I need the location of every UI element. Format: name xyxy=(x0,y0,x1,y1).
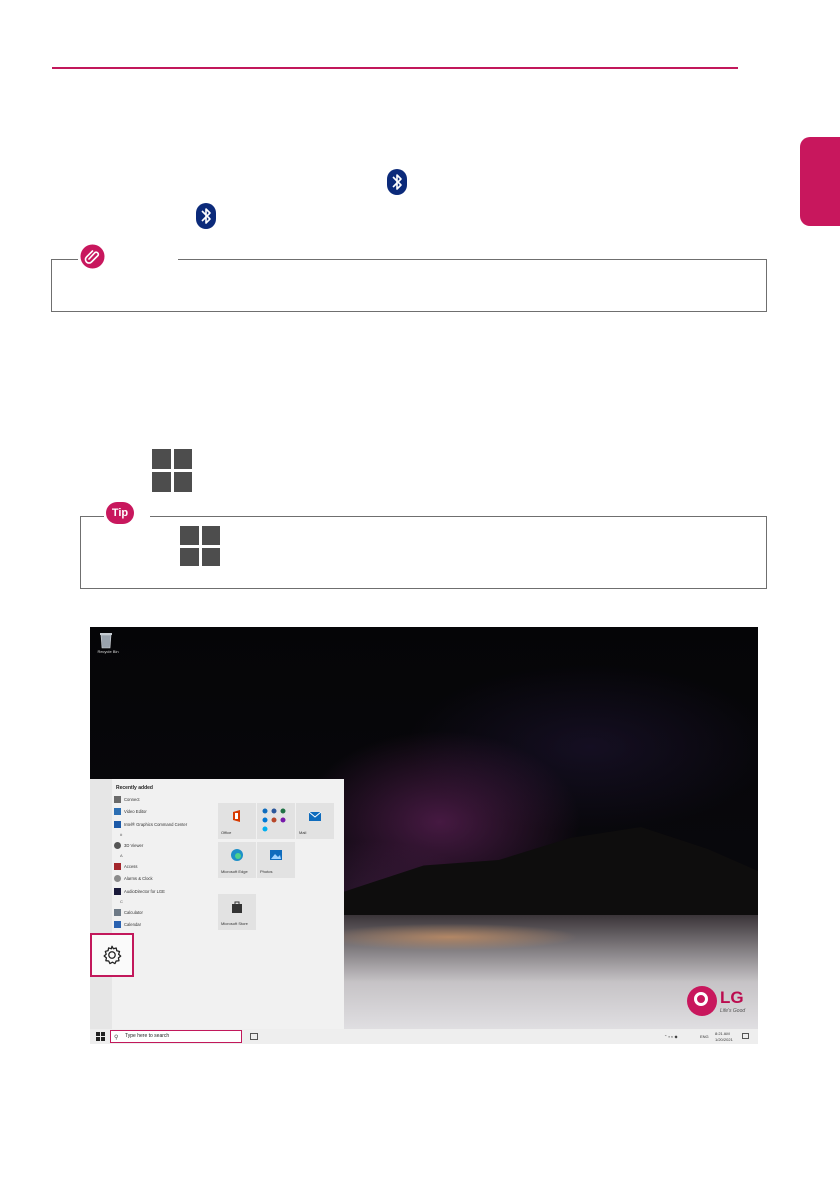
windows-start-icon[interactable] xyxy=(96,1032,105,1041)
section-letter[interactable]: C xyxy=(114,898,214,907)
header-rule xyxy=(52,67,738,69)
list-item[interactable]: Access xyxy=(114,860,214,873)
lg-brand-text: LG xyxy=(720,988,744,1007)
app-icon xyxy=(114,887,121,895)
tile-label: Microsoft Store xyxy=(221,921,248,926)
app-icon xyxy=(114,875,121,883)
task-view-icon[interactable] xyxy=(250,1033,258,1040)
settings-highlight[interactable] xyxy=(90,933,134,977)
bluetooth-icon xyxy=(387,169,407,195)
list-item[interactable]: 3D Viewer xyxy=(114,839,214,852)
search-box[interactable]: ⚲ Type here to search xyxy=(110,1030,242,1043)
app-icon xyxy=(114,862,121,870)
app-label: Access xyxy=(124,863,138,869)
app-icon xyxy=(114,908,121,916)
search-icon: ⚲ xyxy=(114,1035,119,1041)
list-item[interactable]: AudioDirector for LGE xyxy=(114,885,214,898)
office-icon xyxy=(233,810,240,822)
section-letter[interactable]: A xyxy=(114,852,214,861)
app-icon xyxy=(114,820,121,828)
list-item[interactable]: Calculator xyxy=(114,906,214,919)
list-item[interactable]: Connect xyxy=(114,793,214,806)
app-label: Connect xyxy=(124,796,140,802)
tile-app-group[interactable] xyxy=(257,803,295,839)
windows-logo-icon xyxy=(180,526,220,566)
tip-badge: Tip xyxy=(106,502,134,524)
mail-icon xyxy=(308,811,322,821)
recycle-bin-label: Recycle Bin xyxy=(97,649,119,654)
tile-label: Microsoft Edge xyxy=(221,869,248,874)
recently-added-heading: Recently added xyxy=(116,785,153,791)
note-box xyxy=(51,259,767,312)
clock-date[interactable]: 1/20/2021 xyxy=(715,1037,733,1042)
app-label: Calculator xyxy=(124,909,143,915)
app-label: Video Editor xyxy=(124,809,147,815)
language-indicator[interactable]: ENG xyxy=(700,1034,709,1039)
list-item[interactable]: Intel® Graphics Command Center xyxy=(114,818,214,831)
store-icon xyxy=(232,901,242,913)
photos-icon xyxy=(270,850,282,860)
app-label: Intel® Graphics Command Center xyxy=(124,821,188,827)
paperclip-icon xyxy=(80,244,105,269)
desktop-screenshot: Recycle Bin Recently added Connect Video… xyxy=(90,627,758,1044)
app-icon xyxy=(114,808,121,816)
tile-microsoft-edge[interactable]: Microsoft Edge xyxy=(218,842,256,878)
app-label: 3D Viewer xyxy=(124,842,144,848)
app-icon xyxy=(114,921,121,929)
list-item[interactable]: Video Editor xyxy=(114,806,214,819)
tray-icons[interactable]: ⌃ ▪ ◐ ◆ xyxy=(664,1034,678,1039)
bluetooth-icon xyxy=(196,203,216,229)
app-label: Alarms & Clock xyxy=(124,876,153,882)
app-icon xyxy=(114,841,121,849)
search-placeholder: Type here to search xyxy=(125,1033,170,1039)
edge-icon xyxy=(231,849,243,861)
clock-time[interactable]: 8:21 AM xyxy=(715,1031,730,1036)
gear-icon[interactable] xyxy=(101,944,123,966)
notification-icon[interactable] xyxy=(742,1033,749,1039)
tile-label: Photos xyxy=(260,869,273,874)
section-letter[interactable]: # xyxy=(114,831,214,840)
app-icon xyxy=(114,795,121,803)
tile-microsoft-store[interactable]: Microsoft Store xyxy=(218,894,256,930)
tile-photos[interactable]: Photos xyxy=(257,842,295,878)
lg-tagline: Life's Good xyxy=(720,1008,746,1014)
app-group-icon xyxy=(262,808,286,832)
app-list: Connect Video Editor Intel® Graphics Com… xyxy=(114,793,214,931)
app-label: AudioDirector for LGE xyxy=(124,888,165,894)
taskbar: ⚲ Type here to search ⌃ ▪ ◐ ◆ ENG 8:21 A… xyxy=(90,1029,758,1044)
start-menu-rail xyxy=(90,779,112,1037)
windows-logo-icon xyxy=(152,449,192,492)
tile-office[interactable]: Office xyxy=(218,803,256,839)
tile-label: Mail xyxy=(299,830,307,835)
list-item[interactable]: Alarms & Clock xyxy=(114,873,214,886)
recycle-bin-icon[interactable] xyxy=(98,631,114,649)
language-tab xyxy=(800,137,840,226)
start-menu: Recently added Connect Video Editor Inte… xyxy=(90,779,344,1037)
lg-logo xyxy=(687,986,717,1016)
app-label: Calendar xyxy=(124,922,141,928)
tile-label: Office xyxy=(221,830,232,835)
lake-reflection xyxy=(340,915,758,1037)
tile-mail[interactable]: Mail xyxy=(296,803,334,839)
list-item[interactable]: Calendar xyxy=(114,919,214,932)
